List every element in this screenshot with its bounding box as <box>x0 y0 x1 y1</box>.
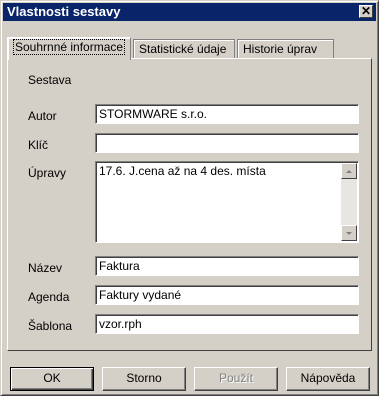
ok-button[interactable]: OK <box>10 367 94 391</box>
scroll-down-arrow-icon <box>346 232 352 235</box>
sablona-field[interactable]: vzor.rph <box>95 314 359 334</box>
autor-label: Autor <box>28 109 57 123</box>
section-label: Sestava <box>28 73 72 87</box>
agenda-field[interactable]: Faktury vydané <box>95 285 359 305</box>
upravy-textarea[interactable]: 17.6. J.cena až na 4 des. místa <box>95 161 359 243</box>
nazev-label: Název <box>28 261 63 275</box>
properties-dialog: Vlastnosti sestavy ✕ Souhrnné informace … <box>0 0 379 396</box>
tab-statistics[interactable]: Statistické údaje <box>133 39 235 58</box>
sablona-label: Šablona <box>28 319 73 333</box>
napoveda-button[interactable]: Nápověda <box>286 367 370 391</box>
scroll-up-button[interactable] <box>341 163 357 179</box>
upravy-scrollbar[interactable] <box>341 163 357 241</box>
close-button[interactable]: ✕ <box>359 5 373 18</box>
title-bar[interactable]: Vlastnosti sestavy ✕ <box>3 3 376 21</box>
agenda-label: Agenda <box>28 290 70 304</box>
autor-field[interactable]: STORMWARE s.r.o. <box>95 104 359 124</box>
scroll-down-button[interactable] <box>341 225 357 241</box>
nazev-field[interactable]: Faktura <box>95 256 359 276</box>
klic-label: Klíč <box>28 138 49 152</box>
storno-button[interactable]: Storno <box>102 367 186 391</box>
klic-field[interactable] <box>95 133 359 153</box>
pouzit-button[interactable]: Použít <box>194 367 278 391</box>
window-title: Vlastnosti sestavy <box>7 4 121 19</box>
upravy-text: 17.6. J.cena až na 4 des. místa <box>99 164 266 178</box>
tab-history[interactable]: Historie úprav <box>237 39 334 58</box>
close-icon: ✕ <box>360 4 372 18</box>
upravy-label: Úpravy <box>28 166 67 180</box>
tab-summary[interactable]: Souhrnné informace <box>7 37 131 60</box>
scroll-up-arrow-icon <box>346 170 352 173</box>
